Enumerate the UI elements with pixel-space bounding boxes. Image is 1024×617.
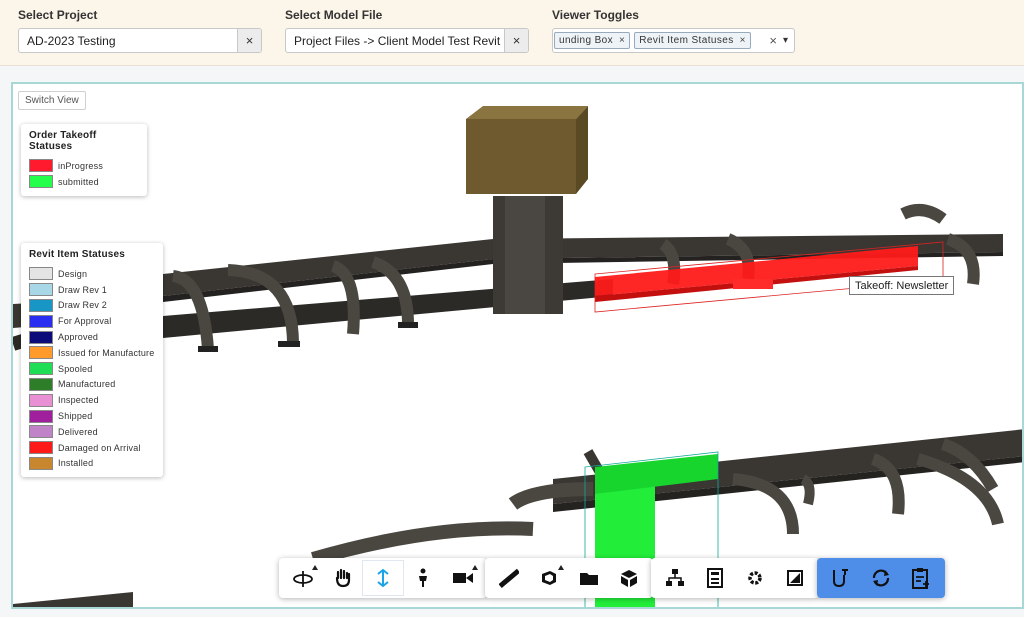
legend-label: Approved: [58, 332, 99, 343]
legend-item: Damaged on Arrival: [29, 440, 155, 456]
legend-swatch: [29, 175, 53, 189]
custom-toolbar: [817, 558, 945, 598]
project-value: AD-2023 Testing: [27, 33, 116, 48]
legend-item: Issued for Manufacture: [29, 345, 155, 361]
toggle-chip-bounding-box: unding Box ×: [554, 32, 631, 49]
legend-label: Manufactured: [58, 379, 116, 390]
legend-item: Spooled: [29, 361, 155, 377]
legend-label: inProgress: [58, 160, 104, 171]
legend-swatch: [29, 393, 53, 407]
chip-label: Revit Item Statuses: [639, 35, 734, 46]
legend-label: submitted: [58, 176, 99, 187]
legend-item: Design: [29, 266, 155, 282]
legend-swatch: [29, 314, 53, 328]
properties-icon[interactable]: [695, 561, 735, 595]
takeoff-tooltip: Takeoff: Newsletter: [849, 276, 955, 295]
order-legend-title: Order Takeoff Statuses: [29, 130, 97, 152]
legend-swatch: [29, 409, 53, 423]
model-field: Select Model File Project Files -> Clien…: [285, 8, 529, 53]
legend-swatch: [29, 330, 53, 344]
legend-item: Delivered: [29, 424, 155, 440]
model-value: Project Files -> Client Model Test Revit…: [294, 33, 504, 48]
pipe-takeoff-icon[interactable]: [821, 561, 861, 595]
toggle-chip-revit-item-statuses: Revit Item Statuses ×: [634, 32, 751, 49]
legend-label: Delivered: [58, 426, 98, 437]
legend-item: Inspected: [29, 392, 155, 408]
sync-icon[interactable]: [861, 561, 901, 595]
legend-label: Design: [58, 268, 88, 279]
legend-swatch: [29, 425, 53, 439]
legend-label: Issued for Manufacture: [58, 347, 155, 358]
legend-item: Manufactured: [29, 377, 155, 393]
legend-item: submitted: [29, 174, 139, 190]
legend-label: Draw Rev 2: [58, 300, 108, 311]
chip-label: unding Box: [559, 35, 614, 46]
measure-icon[interactable]: [489, 561, 529, 595]
revit-status-legend: Revit Item Statuses Design Draw Rev 1 Draw…: [21, 243, 163, 478]
legend-label: For Approval: [58, 316, 112, 327]
legend-label: Installed: [58, 458, 94, 469]
project-label: Select Project: [18, 8, 98, 22]
navigation-toolbar: [279, 558, 487, 598]
legend-item: Shipped: [29, 408, 155, 424]
settings-toolbar: [651, 558, 819, 598]
settings-icon[interactable]: [735, 561, 775, 595]
first-person-icon[interactable]: [403, 561, 443, 595]
legend-swatch: [29, 298, 53, 312]
legend-label: Spooled: [58, 363, 93, 374]
legend-swatch: [29, 441, 53, 455]
legend-swatch: [29, 362, 53, 376]
pan-icon[interactable]: [323, 561, 363, 595]
model-label: Select Model File: [285, 8, 383, 22]
clipboard-add-icon[interactable]: [901, 561, 941, 595]
project-field: Select Project AD-2023 Testing ×: [18, 8, 262, 53]
legend-swatch: [29, 456, 53, 470]
toggles-label: Viewer Toggles: [552, 8, 639, 22]
fullscreen-icon[interactable]: [775, 561, 815, 595]
toggles-field: Viewer Toggles unding Box × Revit Item S…: [552, 8, 795, 53]
legend-label: Damaged on Arrival: [58, 442, 141, 453]
model-browser-icon[interactable]: [569, 561, 609, 595]
top-filter-bar: Select Project AD-2023 Testing × Select …: [0, 0, 1024, 66]
structure-icon[interactable]: [655, 561, 695, 595]
toggles-clear-icon[interactable]: ×: [769, 33, 777, 48]
legend-item: Installed: [29, 456, 155, 472]
model-scene[interactable]: [13, 84, 1024, 609]
tools-toolbar: [485, 558, 653, 598]
explode-icon[interactable]: [609, 561, 649, 595]
legend-swatch: [29, 283, 53, 297]
order-status-legend: Order Takeoff Statuses inProgress submitt…: [21, 124, 147, 196]
legend-swatch: [29, 346, 53, 360]
dolly-icon[interactable]: [362, 560, 404, 596]
model-clear-button[interactable]: ×: [504, 29, 528, 52]
switch-view-button[interactable]: Switch View: [18, 91, 86, 110]
project-clear-button[interactable]: ×: [237, 29, 261, 52]
legend-label: Shipped: [58, 411, 93, 422]
legend-item: inProgress: [29, 158, 139, 174]
section-icon[interactable]: [529, 561, 569, 595]
legend-item: For Approval: [29, 313, 155, 329]
camera-icon[interactable]: [443, 561, 483, 595]
chip-remove-icon[interactable]: ×: [619, 35, 625, 46]
legend-swatch: [29, 267, 53, 281]
toggles-multiselect[interactable]: unding Box × Revit Item Statuses × × ▾: [552, 28, 795, 53]
legend-label: Draw Rev 1: [58, 284, 108, 295]
legend-item: Draw Rev 2: [29, 298, 155, 314]
legend-swatch: [29, 159, 53, 173]
model-viewer[interactable]: Switch View Order Takeoff Statuses inPro…: [11, 82, 1024, 609]
orbit-icon[interactable]: [283, 561, 323, 595]
chip-remove-icon[interactable]: ×: [740, 35, 746, 46]
revit-legend-title: Revit Item Statuses: [29, 249, 126, 260]
model-select[interactable]: Project Files -> Client Model Test Revit…: [285, 28, 529, 53]
legend-label: Inspected: [58, 395, 99, 406]
legend-item: Draw Rev 1: [29, 282, 155, 298]
legend-item: Approved: [29, 329, 155, 345]
project-select[interactable]: AD-2023 Testing ×: [18, 28, 262, 53]
chevron-down-icon[interactable]: ▾: [783, 35, 788, 46]
legend-swatch: [29, 377, 53, 391]
